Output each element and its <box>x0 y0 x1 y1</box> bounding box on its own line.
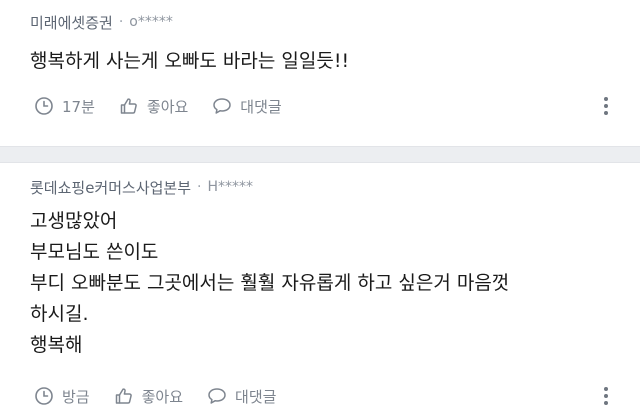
comment-nickname: H***** <box>207 179 254 195</box>
comment-time: 17분 <box>34 96 95 117</box>
comment-divider <box>0 146 640 163</box>
meta-separator: · <box>118 14 124 30</box>
reply-button[interactable]: 대댓글 <box>212 96 282 117</box>
comment-body: 행복하게 사는게 오빠도 바라는 일일듯!! <box>30 46 630 77</box>
comment-body: 고생많았어 부모님도 쓴이도 부디 오빠분도 그곳에서는 훨훨 자유롭게 하고 … <box>30 206 630 361</box>
clock-icon <box>35 387 53 405</box>
comment-author[interactable]: 미래에셋증권 <box>30 12 113 33</box>
comment-time: 방금 <box>34 386 90 407</box>
comment-line: 행복해 <box>30 334 83 356</box>
time-label: 17분 <box>62 97 95 116</box>
thumbs-up-icon <box>120 98 137 114</box>
comment-meta: 미래에셋증권 · o***** <box>30 11 173 33</box>
comment-item: 롯데쇼핑e커머스사업본부 · H***** 고생많았어 부모님도 쓴이도 부디 … <box>0 163 640 418</box>
like-button[interactable]: 좋아요 <box>114 386 183 407</box>
comment-line: 부모님도 쓴이도 <box>30 241 159 263</box>
comment-line: 하시길. <box>30 303 89 325</box>
speech-bubble-icon <box>213 98 232 114</box>
comment-meta: 롯데쇼핑e커머스사업본부 · H***** <box>30 176 253 198</box>
clock-icon <box>35 97 53 115</box>
comment-actions: 방금 좋아요 대댓글 <box>34 383 300 409</box>
comment-author[interactable]: 롯데쇼핑e커머스사업본부 <box>30 177 191 198</box>
comment-line: 고생많았어 <box>30 210 118 232</box>
speech-bubble-icon <box>208 388 226 404</box>
comment-item: 미래에셋증권 · o***** 행복하게 사는게 오빠도 바라는 일일듯!! 1… <box>0 0 640 146</box>
like-label: 좋아요 <box>146 97 189 116</box>
reply-label: 대댓글 <box>240 97 282 116</box>
more-options-button[interactable] <box>594 94 618 118</box>
more-vertical-icon <box>604 97 608 115</box>
comment-nickname: o***** <box>129 14 173 30</box>
comment-actions: 17분 좋아요 대댓글 <box>34 93 306 119</box>
like-label: 좋아요 <box>141 387 184 406</box>
comment-line: 부디 오빠분도 그곳에서는 훨훨 자유롭게 하고 싶은거 마음껏 <box>30 272 510 294</box>
like-button[interactable]: 좋아요 <box>119 96 188 117</box>
reply-label: 대댓글 <box>235 387 277 406</box>
more-options-button[interactable] <box>594 384 618 408</box>
meta-separator: · <box>197 179 202 195</box>
comment-line: 행복하게 사는게 오빠도 바라는 일일듯!! <box>30 50 350 72</box>
thumbs-up-icon <box>115 388 132 404</box>
reply-button[interactable]: 대댓글 <box>207 386 276 407</box>
time-label: 방금 <box>62 387 90 406</box>
more-vertical-icon <box>604 387 608 405</box>
